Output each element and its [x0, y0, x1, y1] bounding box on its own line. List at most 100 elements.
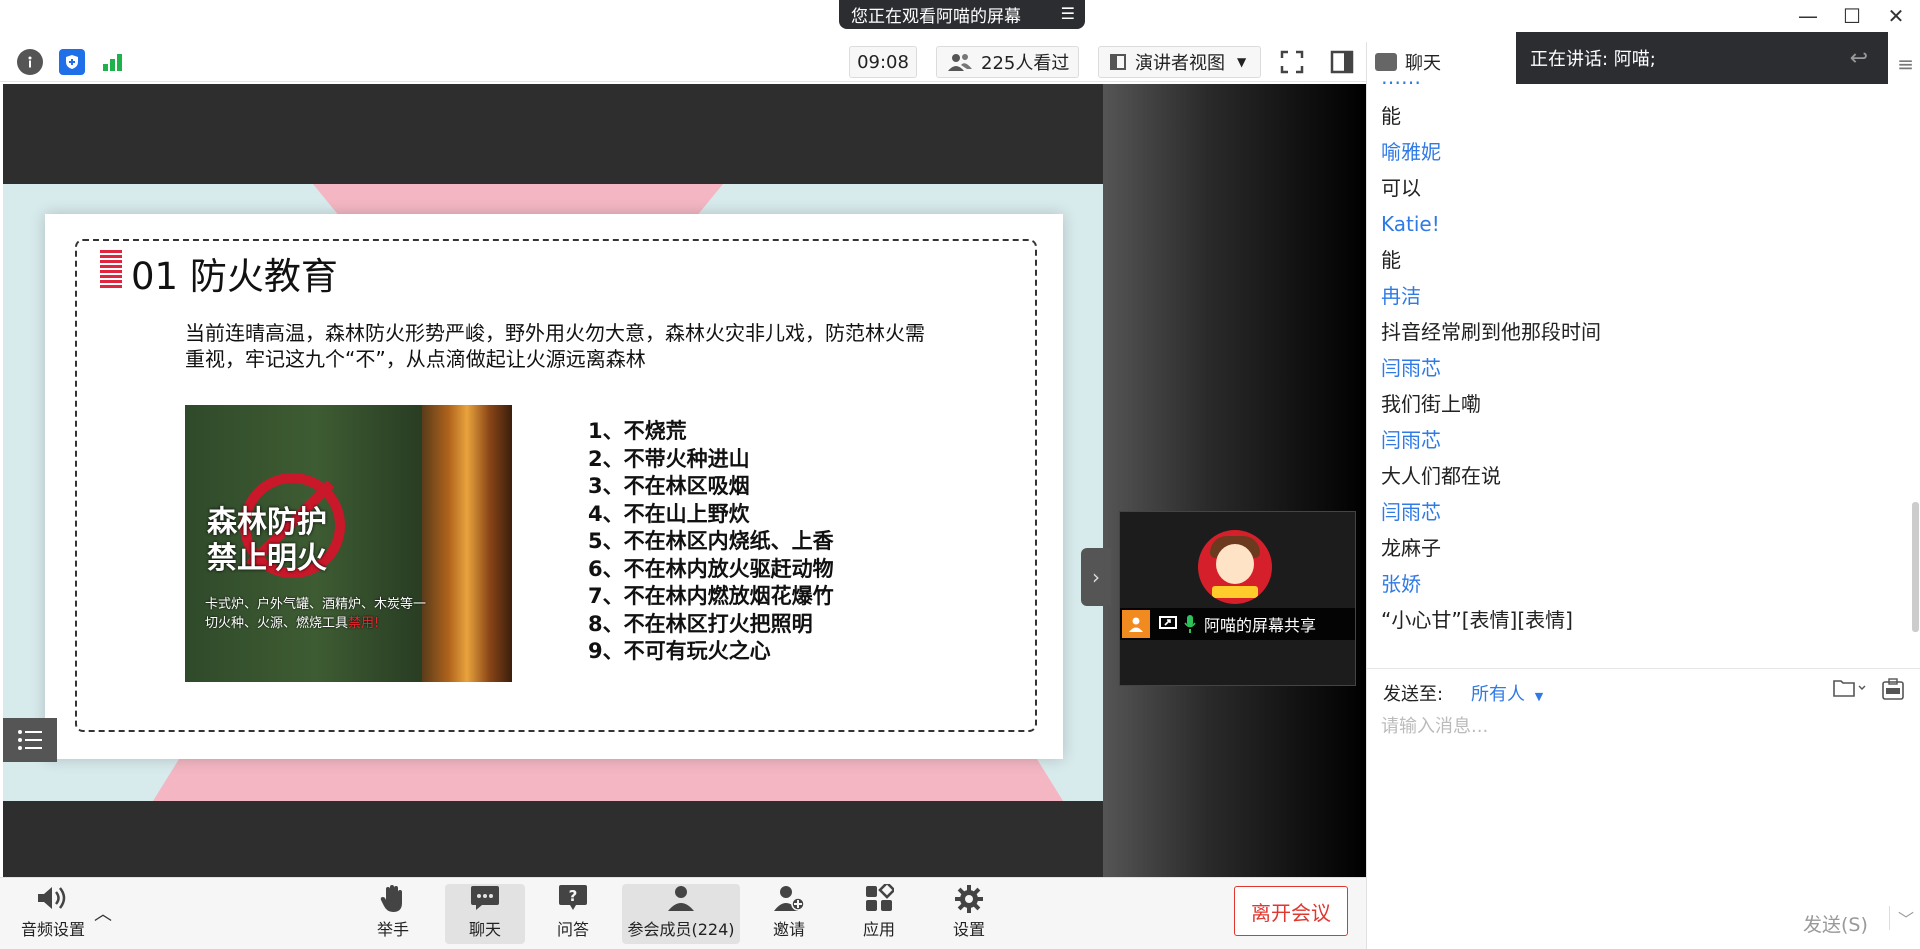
stage-side-gradient	[1103, 84, 1366, 877]
rule-item: 7、不在林内燃放烟花爆竹	[588, 584, 834, 608]
minimize-icon[interactable]: —	[1788, 2, 1828, 30]
shared-screen-stage: 01 防火教育 当前连晴高温，森林防火形势严峻，野外用火勿大意，森林火灾非儿戏，…	[3, 84, 1366, 877]
recipient-value: 所有人	[1471, 684, 1525, 705]
view-mode-dropdown[interactable]: 演讲者视图 ▼	[1098, 46, 1261, 78]
chat-message-text: 能	[1381, 104, 1401, 128]
meeting-timer: 09:08	[849, 46, 917, 78]
chat-sender[interactable]: 闫雨芯	[1381, 422, 1901, 458]
chat-sender[interactable]: 闫雨芯	[1381, 494, 1901, 530]
meeting-toolbar: 09:08 225人看过 演讲者视图 ▼	[0, 42, 1366, 82]
send-button[interactable]: 发送(S)	[1803, 910, 1868, 937]
audio-settings-label: 音频设置	[20, 920, 85, 939]
chat-message-list: 能 喻雅妮 可以 Katie! 能 冉洁 抖音经常刷到他那段时间 闫雨芯 我们街…	[1381, 98, 1901, 638]
speaker-icon	[36, 884, 70, 916]
reply-arrow-icon[interactable]: ↩	[1850, 46, 1868, 71]
invite-button[interactable]: 邀请	[752, 884, 826, 944]
chat-message-text: 我们街上嘞	[1381, 392, 1481, 416]
chat-scrollbar[interactable]	[1912, 502, 1919, 632]
chat-sender[interactable]: 张娇	[1381, 566, 1901, 602]
fullscreen-icon[interactable]	[1279, 49, 1305, 75]
user-icon	[1122, 610, 1150, 638]
announcement-icon[interactable]	[1881, 678, 1905, 705]
chat-cutoff-name: ……	[1381, 72, 1421, 88]
rule-item: 9、不可有玩火之心	[588, 639, 771, 663]
maximize-icon[interactable]: ☐	[1832, 2, 1872, 30]
layout-icon	[1110, 54, 1126, 70]
slide-decoration-bottom	[153, 757, 1063, 801]
chat-button[interactable]: 聊天	[445, 884, 525, 944]
speaking-indicator: 正在讲话: 阿喵; ↩	[1516, 32, 1888, 84]
slide-title: 01 防火教育	[131, 255, 338, 298]
chevron-up-icon[interactable]: ︿	[94, 900, 112, 926]
chat-label: 聊天	[468, 920, 501, 939]
chat-icon	[470, 884, 500, 916]
close-icon[interactable]: ✕	[1876, 2, 1916, 30]
avatar	[1198, 530, 1272, 604]
chevron-down-icon: ▼	[1237, 55, 1247, 69]
chat-message-input[interactable]	[1381, 712, 1901, 872]
chat-message-text: 能	[1381, 248, 1401, 272]
speaking-text: 正在讲话: 阿喵;	[1530, 49, 1656, 70]
poster-title: 森林防护 禁止明火	[207, 505, 327, 577]
chat-sender[interactable]: 冉洁	[1381, 278, 1901, 314]
panel-menu-icon[interactable]: ≡	[1897, 52, 1914, 76]
rule-item: 5、不在林区内烧纸、上香	[588, 529, 834, 553]
chat-message-text: “小心甘”[表情][表情]	[1381, 608, 1573, 632]
rule-item: 1、不烧荒	[588, 419, 687, 443]
chat-message-text: 大人们都在说	[1381, 464, 1501, 488]
microphone-icon	[1184, 612, 1202, 636]
viewers-count-text: 225人看过	[981, 53, 1070, 74]
rule-item: 3、不在林区吸烟	[588, 474, 750, 498]
chat-sender[interactable]: 闫雨芯	[1381, 350, 1901, 386]
info-icon[interactable]	[17, 49, 43, 75]
apps-button[interactable]: 应用	[842, 881, 916, 944]
question-icon: ?	[558, 884, 588, 916]
sidebar-toggle-icon[interactable]	[1329, 49, 1355, 75]
chat-sender[interactable]: Katie!	[1381, 206, 1901, 242]
invite-label: 邀请	[772, 920, 805, 939]
svg-text:?: ?	[569, 887, 578, 905]
raise-hand-button[interactable]: 举手	[356, 884, 430, 944]
chat-message-text: 抖音经常刷到他那段时间	[1381, 320, 1601, 344]
add-user-icon	[773, 884, 805, 916]
chat-panel: 聊天 正在讲话: 阿喵; ↩ ≡ …… 能 喻雅妮 可以 Katie! 能 冉洁…	[1366, 32, 1920, 949]
participants-icon	[665, 884, 697, 916]
settings-button[interactable]: 设置	[932, 884, 1006, 944]
title-bar: 您正在观看阿喵的屏幕 ☰ — ☐ ✕	[0, 0, 1920, 30]
poster-subtitle-warning: 禁用!	[348, 616, 380, 631]
menu-icon[interactable]: ☰	[1061, 4, 1075, 23]
share-banner-text: 您正在观看阿喵的屏幕	[851, 7, 1021, 27]
qa-button[interactable]: ? 问答	[536, 884, 610, 944]
poster-title-line-1: 森林防护	[207, 505, 327, 540]
fire-image	[422, 405, 512, 682]
slide-outline-icon[interactable]	[3, 718, 57, 762]
poster-subtitle: 卡式炉、户外气罐、酒精炉、木炭等一切火种、火源、燃烧工具禁用!	[205, 595, 435, 633]
security-shield-icon[interactable]	[59, 49, 85, 75]
rule-item: 8、不在林区打火把照明	[588, 611, 813, 636]
rule-item: 4、不在山上野炊	[588, 501, 750, 526]
share-banner[interactable]: 您正在观看阿喵的屏幕 ☰	[839, 0, 1085, 29]
audio-settings-button[interactable]: 音频设置	[16, 884, 90, 944]
recipient-dropdown[interactable]: 所有人 ▼	[1471, 680, 1543, 706]
title-accent-icon	[100, 250, 122, 288]
poster-subtitle-text: 卡式炉、户外气罐、酒精炉、木炭等一切火种、火源、燃烧工具	[205, 597, 427, 631]
signal-strength-icon[interactable]	[100, 49, 126, 75]
chat-message-text: 可以	[1381, 176, 1421, 200]
video-thumbnail[interactable]: 阿喵的屏幕共享	[1119, 511, 1356, 686]
folder-icon[interactable]	[1833, 678, 1867, 703]
members-button[interactable]: 参会成员(224)	[622, 884, 740, 944]
slide-intro: 当前连晴高温，森林防火形势严峻，野外用火勿大意，森林火灾非儿戏，防范林火需重视，…	[185, 321, 925, 371]
send-options-chevron-icon[interactable]: ﹀	[1889, 906, 1914, 930]
chat-sender[interactable]: 喻雅妮	[1381, 134, 1901, 170]
slide-card: 01 防火教育 当前连晴高温，森林防火形势严峻，野外用火勿大意，森林火灾非儿戏，…	[45, 214, 1063, 759]
collapse-video-tab[interactable]: ›	[1081, 548, 1111, 606]
members-label: 参会成员(224)	[627, 920, 735, 939]
leave-meeting-button[interactable]: 离开会议	[1234, 886, 1348, 936]
viewers-count[interactable]: 225人看过	[936, 46, 1079, 78]
bottom-control-bar: 音频设置 ︿ 举手 聊天 ? 问答 参会成员(224) 邀请 应用 设置 离开会…	[0, 877, 1366, 949]
rule-item: 2、不带火种进山	[588, 446, 750, 471]
hand-icon	[380, 884, 406, 916]
chat-message-text: 龙麻子	[1381, 536, 1441, 560]
chevron-down-icon: ▼	[1534, 690, 1544, 703]
rule-item: 6、不在林内放火驱赶动物	[588, 556, 834, 581]
